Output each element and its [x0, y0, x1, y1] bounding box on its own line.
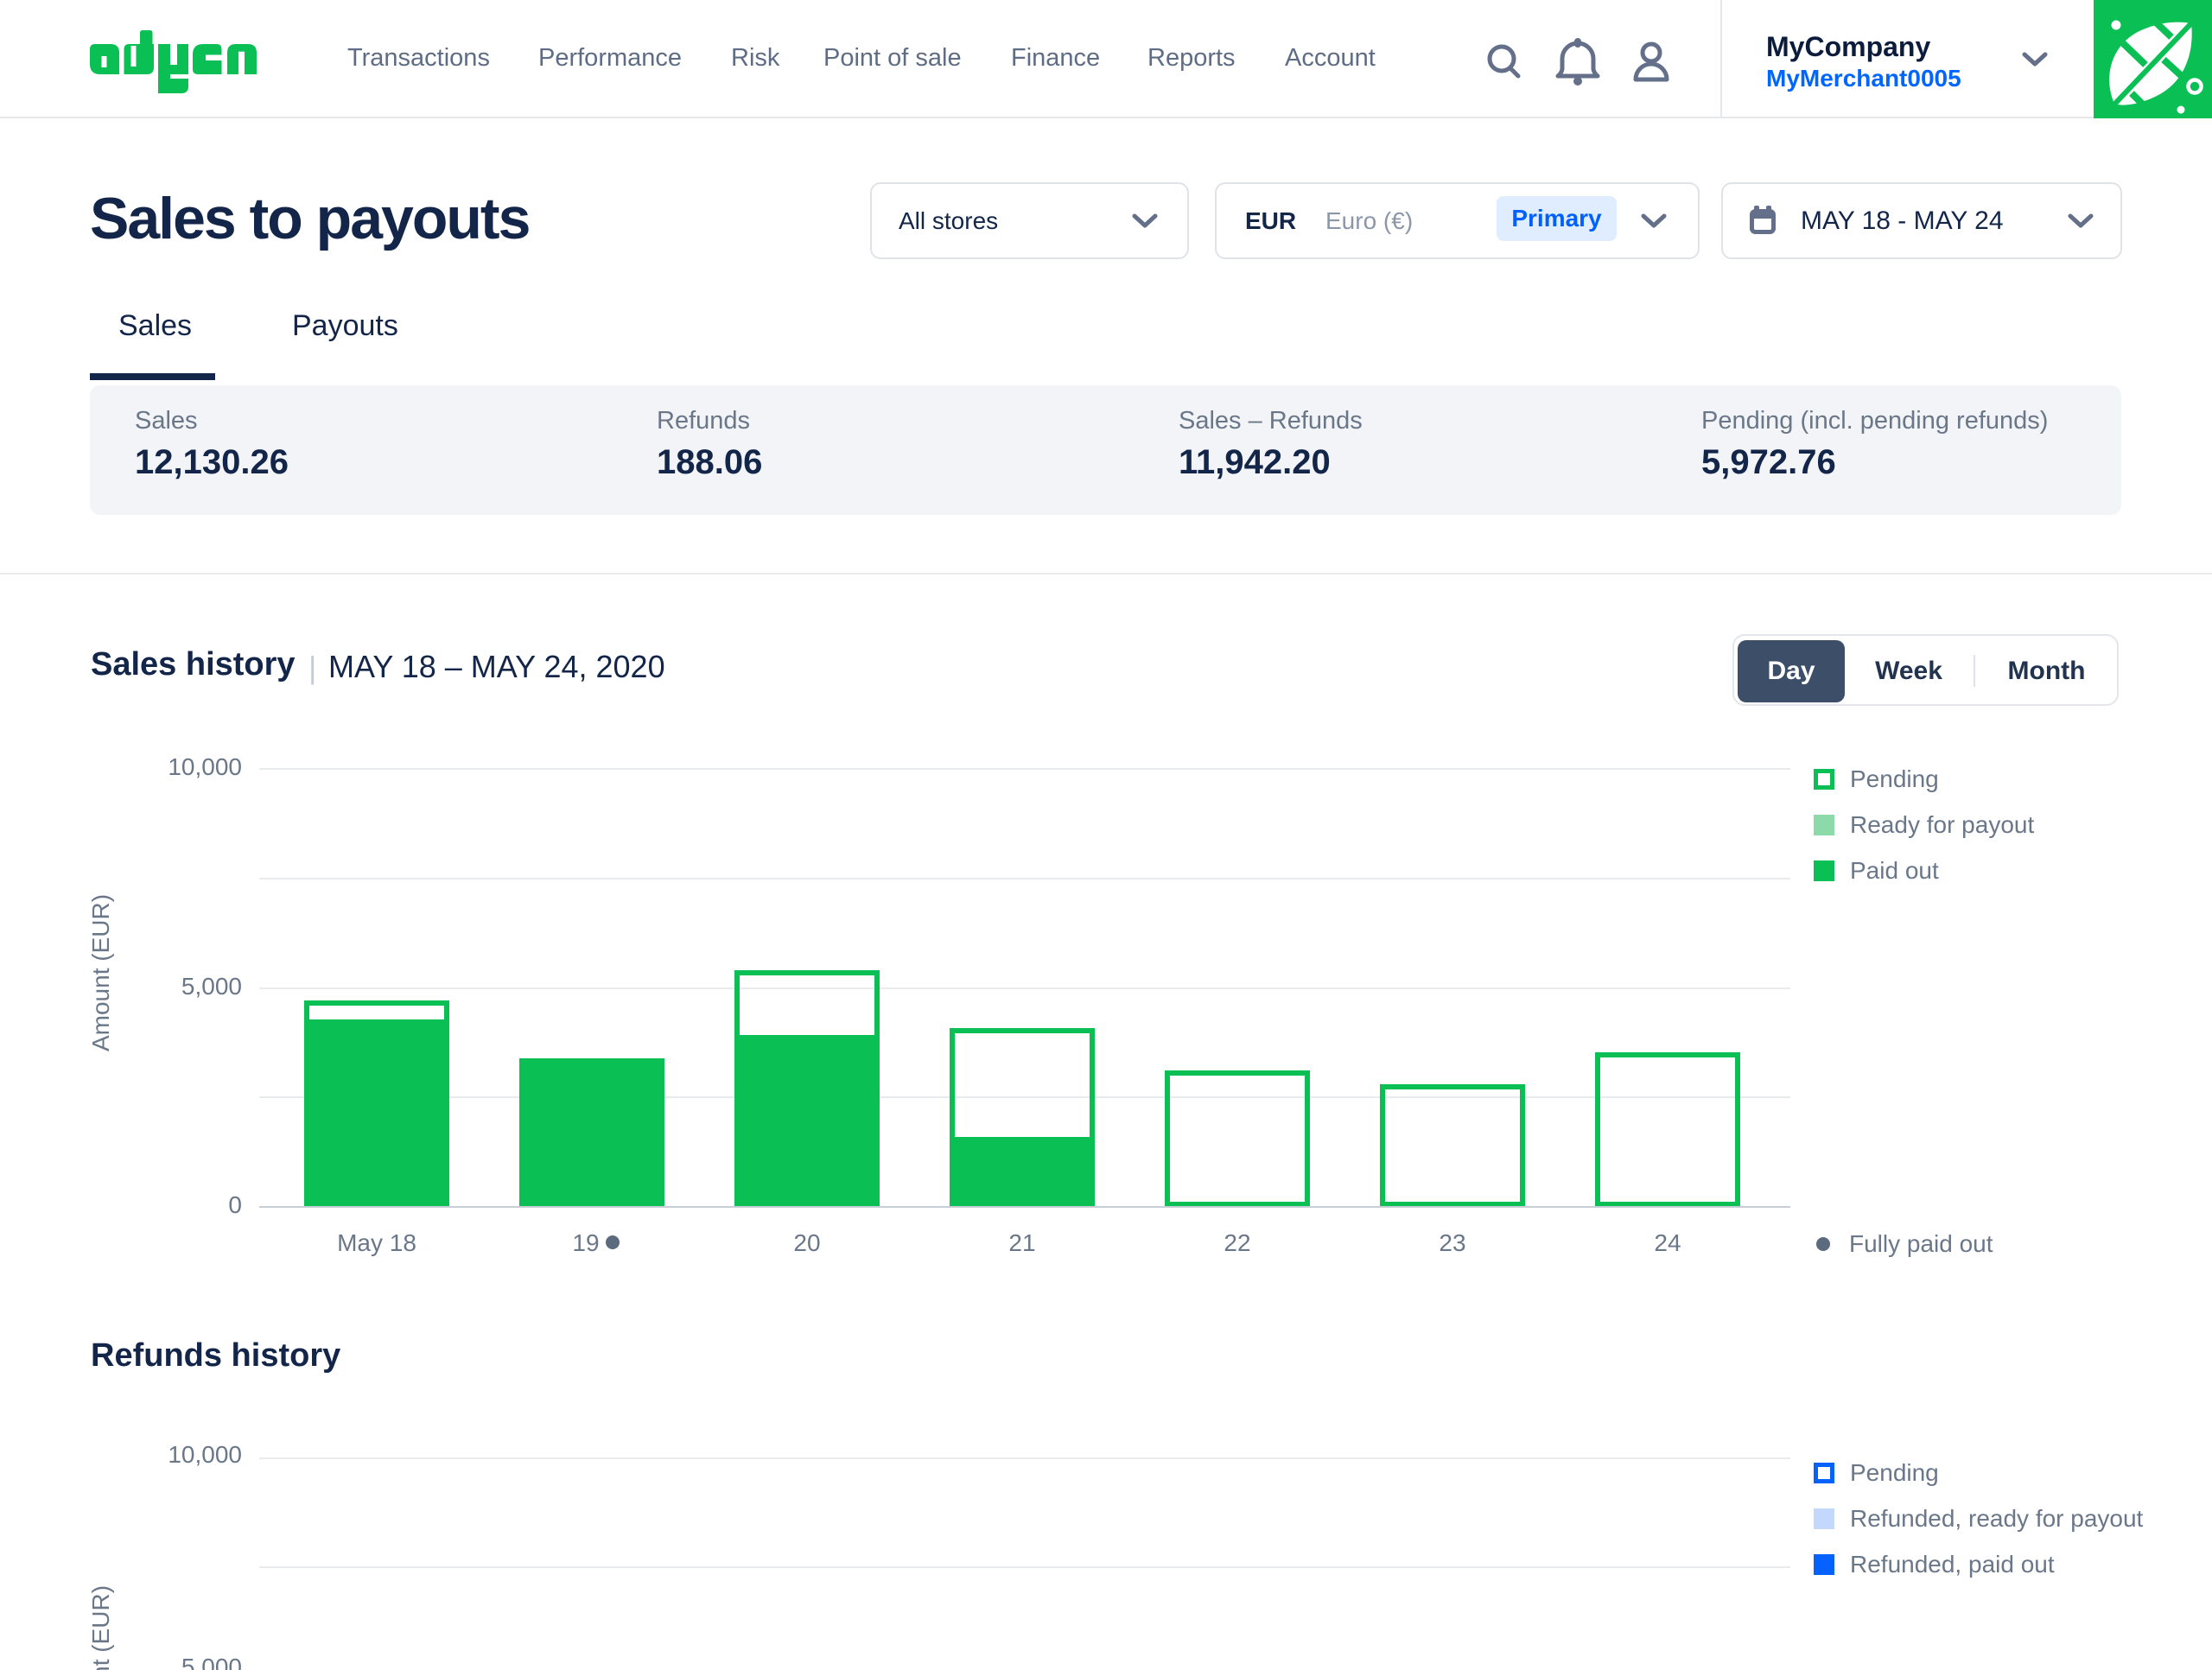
svg-text:20: 20 [793, 1229, 820, 1256]
svg-text:5,000: 5,000 [181, 1654, 242, 1670]
svg-text:Amount (EUR): Amount (EUR) [87, 894, 114, 1051]
svg-text:May 18: May 18 [337, 1229, 416, 1256]
svg-text:10,000: 10,000 [168, 753, 242, 780]
svg-text:21: 21 [1008, 1229, 1035, 1256]
svg-text:23: 23 [1439, 1229, 1465, 1256]
svg-text:24: 24 [1654, 1229, 1681, 1256]
svg-text:5,000: 5,000 [181, 973, 242, 1000]
svg-text:19: 19 [572, 1229, 599, 1256]
svg-text:Amount (EUR): Amount (EUR) [87, 1585, 114, 1670]
svg-text:0: 0 [228, 1191, 242, 1218]
svg-text:22: 22 [1224, 1229, 1250, 1256]
svg-text:10,000: 10,000 [168, 1441, 242, 1468]
